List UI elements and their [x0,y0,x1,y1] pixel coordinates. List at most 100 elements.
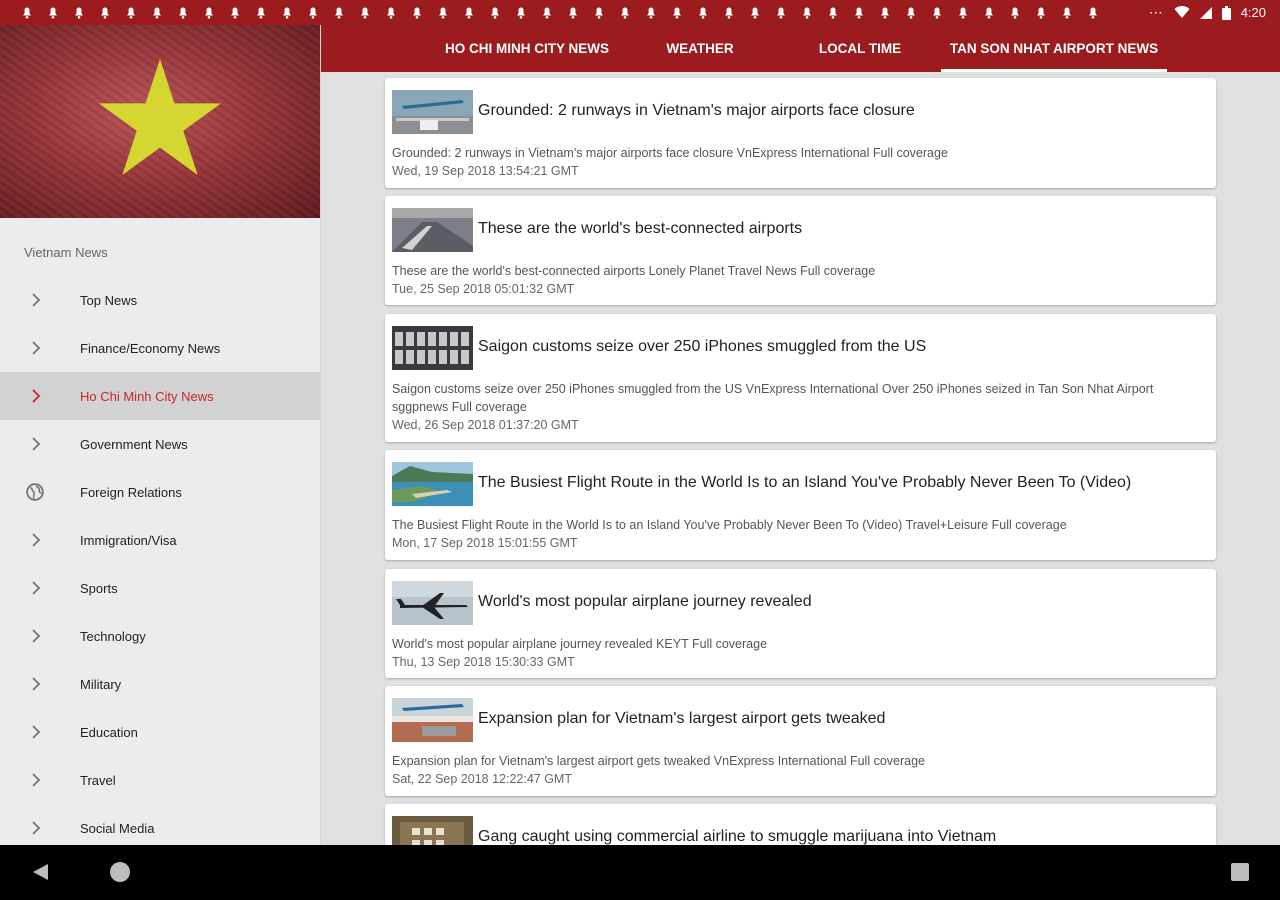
notification-icons [14,0,1106,25]
sidebar-item-label: Military [80,676,122,692]
sidebar-item-military[interactable]: Military [0,660,320,708]
notification-bell-icon [534,0,560,25]
chevron-right-icon [32,533,41,547]
chevron-right-icon [32,677,41,691]
tab-tan-son-nhat-airport-news[interactable]: TAN SON NHAT AIRPORT NEWS [941,25,1167,72]
notification-bell-icon [820,0,846,25]
news-card[interactable]: Saigon customs seize over 250 iPhones sm… [385,314,1216,442]
news-card[interactable]: The Busiest Flight Route in the World Is… [385,450,1216,560]
flag-star-icon [99,59,221,176]
news-feed[interactable]: Grounded: 2 runways in Vietnam's major a… [321,72,1280,845]
sidebar-item-sports[interactable]: Sports [0,564,320,612]
notification-bell-icon [92,0,118,25]
article-title: Expansion plan for Vietnam's largest air… [478,710,886,727]
news-card[interactable]: Gang caught using commercial airline to … [385,804,1216,845]
vietnam-flag-header [0,25,320,218]
back-icon[interactable] [30,862,50,882]
article-thumbnail [392,581,473,625]
notification-bell-icon [612,0,638,25]
article-description: Expansion plan for Vietnam's largest air… [392,752,1207,788]
notification-bell-icon [222,0,248,25]
overflow-icon: ⋯ [1148,4,1164,20]
sidebar-item-label: Top News [80,292,138,308]
notification-bell-icon [846,0,872,25]
sidebar-item-foreign-relations[interactable]: Foreign Relations [0,468,320,516]
notification-bell-icon [196,0,222,25]
wifi-icon [1174,6,1190,19]
article-title: Grounded: 2 runways in Vietnam's major a… [478,102,915,119]
sidebar-item-social-media[interactable]: Social Media [0,804,320,845]
article-thumbnail [392,698,473,742]
notification-bell-icon [170,0,196,25]
article-thumbnail [392,90,473,134]
sidebar-item-label: Immigration/Visa [80,532,177,548]
sidebar-item-label: Travel [80,772,116,788]
notification-bell-icon [508,0,534,25]
notification-bell-icon [872,0,898,25]
nav-list: Top News Finance/Economy News Ho Chi Minh … [0,276,320,845]
chevron-right-icon [32,725,41,739]
notification-bell-icon [482,0,508,25]
sidebar-item-immigration-visa[interactable]: Immigration/Visa [0,516,320,564]
news-card[interactable]: World's most popular airplane journey re… [385,569,1216,678]
notification-bell-icon [144,0,170,25]
notification-bell-icon [66,0,92,25]
news-card[interactable]: Expansion plan for Vietnam's largest air… [385,686,1216,796]
sidebar-item-ho-chi-minh-city-news[interactable]: Ho Chi Minh City News [0,372,320,420]
article-title: The Busiest Flight Route in the World Is… [478,474,1132,491]
article-thumbnail [392,326,473,370]
home-icon[interactable] [109,861,131,883]
article-description: These are the world's best-connected air… [392,262,1207,298]
chevron-right-icon [32,293,41,307]
sidebar-item-technology[interactable]: Technology [0,612,320,660]
notification-bell-icon [404,0,430,25]
sidebar-item-travel[interactable]: Travel [0,756,320,804]
news-card[interactable]: These are the world's best-connected air… [385,196,1216,305]
notification-bell-icon [1080,0,1106,25]
sidebar-item-finance-economy-news[interactable]: Finance/Economy News [0,324,320,372]
sidebar-item-label: Technology [80,628,146,644]
chevron-right-icon [32,821,41,835]
notification-bell-icon [326,0,352,25]
notification-bell-icon [378,0,404,25]
chevron-right-icon [32,629,41,643]
notification-bell-icon [14,0,40,25]
recents-icon[interactable] [1231,863,1249,881]
status-right: ⋯ 4:20 [1149,0,1266,25]
article-date: Wed, 19 Sep 2018 13:54:21 GMT [392,164,579,178]
notification-bell-icon [430,0,456,25]
article-title: World's most popular airplane journey re… [478,593,812,610]
sidebar-item-top-news[interactable]: Top News [0,276,320,324]
notification-bell-icon [950,0,976,25]
sidebar-item-label: Sports [80,580,118,596]
sidebar-item-education[interactable]: Education [0,708,320,756]
article-date: Mon, 17 Sep 2018 15:01:55 GMT [392,536,578,550]
article-description: World's most popular airplane journey re… [392,635,1207,671]
notification-bell-icon [1054,0,1080,25]
sidebar-item-label: Government News [80,436,188,452]
signal-icon [1199,6,1212,19]
article-thumbnail [392,816,473,845]
notification-bell-icon [638,0,664,25]
tab-local-time[interactable]: LOCAL TIME [799,25,921,72]
notification-bell-icon [248,0,274,25]
notification-bell-icon [1002,0,1028,25]
notification-bell-icon [352,0,378,25]
article-date: Sat, 22 Sep 2018 12:22:47 GMT [392,772,572,786]
section-title: Vietnam News [24,245,108,260]
news-card[interactable]: Grounded: 2 runways in Vietnam's major a… [385,78,1216,188]
tab-bar: HO CHI MINH CITY NEWS WEATHER LOCAL TIME… [321,25,1280,72]
chevron-right-icon [32,437,41,451]
article-description: Saigon customs seize over 250 iPhones sm… [392,380,1207,434]
sidebar-item-label: Ho Chi Minh City News [80,388,214,404]
article-title: Saigon customs seize over 250 iPhones sm… [478,338,927,355]
tab-weather[interactable]: WEATHER [640,25,760,72]
notification-bell-icon [118,0,144,25]
navigation-drawer: Vietnam News Top News Finance/Economy New… [0,25,321,845]
sidebar-item-label: Education [80,724,138,740]
sidebar-item-label: Social Media [80,820,155,836]
tab-ho-chi-minh-city-news[interactable]: HO CHI MINH CITY NEWS [428,25,626,72]
sidebar-item-government-news[interactable]: Government News [0,420,320,468]
notification-bell-icon [586,0,612,25]
notification-bell-icon [742,0,768,25]
